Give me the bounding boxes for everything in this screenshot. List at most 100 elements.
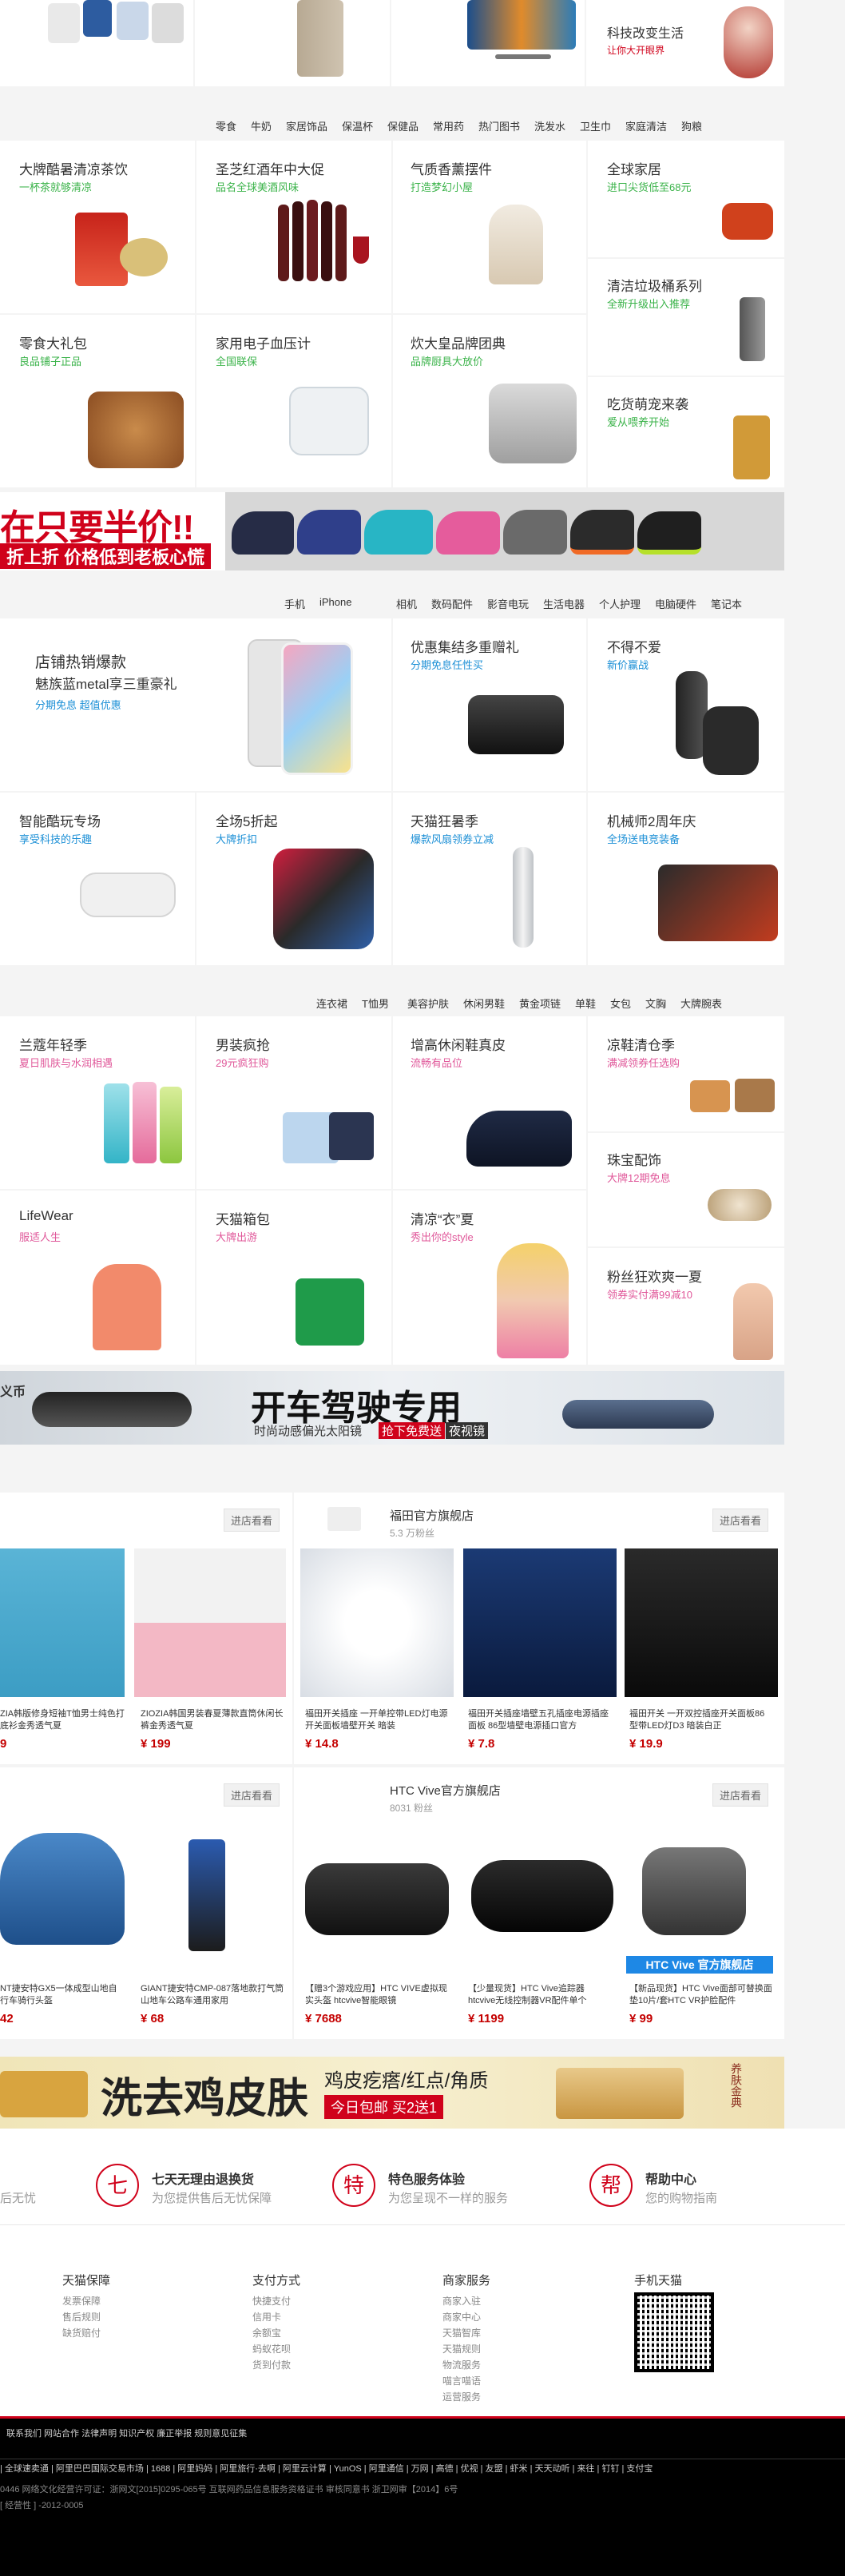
bottom-links-2[interactable]: | 全球速卖通 | 阿里巴巴国际交易市场 | 1688 | 阿里妈妈 | 阿里旅…	[0, 2462, 653, 2475]
product-image[interactable]	[305, 1863, 449, 1935]
grid3-sandals[interactable]: 凉鞋清仓季 满减领券任选购	[588, 1016, 784, 1131]
enter-shop-button[interactable]: 进店看看	[224, 1509, 280, 1532]
grid1-aroma[interactable]: 气质香薰摆件 打造梦幻小屋	[393, 141, 586, 313]
category-link[interactable]: 保温杯	[342, 118, 373, 133]
grid3-lancome[interactable]: 兰蔻年轻季 夏日肌肤与水润相遇	[0, 1016, 195, 1189]
grid2-audio[interactable]: 全场5折起 大牌折扣	[196, 793, 391, 965]
category-link[interactable]: 女包	[610, 996, 631, 1011]
product-desc[interactable]: 福田开关插座墙壁五孔插座电源插座面板 86型墙壁电源插口官方	[468, 1708, 612, 1732]
grid3-lifewear[interactable]: LifeWear 服适人生	[0, 1191, 195, 1365]
product-image[interactable]	[471, 1860, 613, 1932]
footer-link[interactable]: 售后规则	[62, 2309, 110, 2325]
grid3-summer[interactable]: 清凉“衣”夏 秀出你的style	[393, 1191, 586, 1365]
category-link[interactable]: 个人护理	[599, 596, 641, 611]
top-card-tech[interactable]: 科技改变生活 让你大开眼界	[586, 0, 784, 86]
product-desc[interactable]: 【少量现货】HTC Vive追踪器 htcvive无线控制器VR配件单个	[468, 1983, 612, 2007]
category-link[interactable]: 文胸	[645, 996, 666, 1011]
product-image[interactable]	[188, 1839, 225, 1951]
grid1-tea[interactable]: 大牌酷暑清凉茶饮 一杯茶就够清凉	[0, 141, 195, 313]
top-card-tv[interactable]	[391, 0, 585, 86]
category-link[interactable]: 保健品	[387, 118, 419, 133]
shop-card-zio[interactable]: 进店看看 ZIA韩版修身短袖T恤男士纯色打底衫金秀透气夏 9 ZIOZIA韩国男…	[0, 1493, 292, 1764]
product-image[interactable]	[463, 1548, 617, 1697]
category-link[interactable]: 常用药	[433, 118, 464, 133]
category-link[interactable]: 大牌腕表	[680, 996, 722, 1011]
product-desc[interactable]: 【新品现货】HTC Vive面部可替换面垫10片/套HTC VR护脸配件	[629, 1983, 773, 2007]
shop-card-futian[interactable]: 福田官方旗舰店 5.3 万粉丝 进店看看 福田开关插座 一开单控带LED灯电源开…	[294, 1493, 784, 1764]
grid3-bags[interactable]: 天猫箱包 大牌出游	[196, 1191, 391, 1365]
service-title[interactable]: 帮助中心	[645, 2169, 696, 2188]
category-link[interactable]: 数码配件	[431, 596, 473, 611]
product-desc[interactable]: ZIA韩版修身短袖T恤男士纯色打底衫金秀透气夏	[0, 1708, 125, 1732]
footer-link[interactable]: 快捷支付	[252, 2293, 300, 2309]
category-link[interactable]: 美容护肤	[407, 996, 449, 1011]
grid1-snack[interactable]: 零食大礼包 良品铺子正品	[0, 315, 195, 487]
grid3-shoes[interactable]: 增高休闲鞋真皮 流畅有品位	[393, 1016, 586, 1189]
category-link[interactable]: 休闲男鞋	[463, 996, 505, 1011]
category-link[interactable]: 牛奶	[251, 118, 272, 133]
enter-shop-button[interactable]: 进店看看	[224, 1783, 280, 1807]
product-desc[interactable]: 【赠3个游戏应用】HTC VIVE虚拟现实头盔 htcvive智能眼镜	[305, 1983, 449, 2007]
category-link[interactable]: 家居饰品	[286, 118, 327, 133]
product-image[interactable]	[0, 1548, 125, 1697]
category-link[interactable]: 热门图书	[478, 118, 520, 133]
product-desc[interactable]: NT捷安特GX5一体成型山地自行车骑行头盔	[0, 1983, 125, 2007]
footer-link[interactable]: 运营服务	[442, 2389, 490, 2405]
category-link[interactable]: 零食	[216, 118, 236, 133]
shop-name[interactable]: HTC Vive官方旗舰店	[390, 1782, 501, 1799]
grid3-jewelry[interactable]: 珠宝配饰 大牌12期免息	[588, 1133, 784, 1246]
footer-link[interactable]: 信用卡	[252, 2309, 300, 2325]
category-link[interactable]: 洗发水	[534, 118, 565, 133]
footer-link[interactable]: 商家入驻	[442, 2293, 490, 2309]
footer-link[interactable]: 天猫智库	[442, 2325, 490, 2341]
category-link[interactable]: 卫生巾	[580, 118, 611, 133]
footer-link[interactable]: 物流服务	[442, 2357, 490, 2373]
product-desc[interactable]: ZIOZIA韩国男装春夏薄款直筒休闲长裤金秀透气夏	[141, 1708, 284, 1732]
product-desc[interactable]: GIANT捷安特CMP-087落地款打气筒山地车公路车通用家用	[141, 1983, 284, 2007]
product-desc[interactable]: 福田开关 一开双控插座开关面板86型带LED灯D3 暗装白正	[629, 1708, 773, 1732]
category-link[interactable]: iPhone	[319, 596, 351, 608]
category-link[interactable]: 黄金项链	[519, 996, 561, 1011]
product-image[interactable]	[642, 1847, 746, 1935]
category-link[interactable]: 单鞋	[575, 996, 596, 1011]
grid1-pet[interactable]: 吃货萌宠来袭 爱从喂养开始	[588, 377, 784, 487]
grid1-bp[interactable]: 家用电子血压计 全国联保	[196, 315, 391, 487]
footer-link[interactable]: 蚂蚁花呗	[252, 2341, 300, 2357]
grid2-meizu[interactable]: 店铺热销爆款 魅族蓝metal享三重豪礼 分期免息 超值优惠	[0, 618, 391, 791]
product-image[interactable]	[134, 1548, 286, 1697]
shop-name[interactable]: 福田官方旗舰店	[390, 1507, 474, 1524]
service-title[interactable]: 七天无理由退换货	[152, 2169, 254, 2188]
footer-link[interactable]: 天猫规则	[442, 2341, 490, 2357]
shop-card-htc[interactable]: HTC Vive官方旗舰店 8031 粉丝 进店看看 HTC Vive 官方旗舰…	[294, 1767, 784, 2039]
grid2-fan[interactable]: 天猫狂暑季 爆款风扇领券立减	[393, 793, 586, 965]
category-link[interactable]: 影音电玩	[487, 596, 529, 611]
category-link[interactable]: T恤男	[362, 996, 389, 1011]
category-link[interactable]: 笔记本	[711, 596, 742, 611]
top-card-fridge[interactable]	[195, 0, 390, 86]
category-link[interactable]: 电脑硬件	[655, 596, 696, 611]
category-link[interactable]: 狗粮	[681, 118, 702, 133]
shop-card-giant[interactable]: 进店看看 NT捷安特GX5一体成型山地自行车骑行头盔 42 GIANT捷安特CM…	[0, 1767, 292, 2039]
footer-link[interactable]: 货到付款	[252, 2357, 300, 2373]
grid1-wine[interactable]: 圣芝红酒年中大促 品名全球美酒风味	[196, 141, 391, 313]
grid2-laptop[interactable]: 机械师2周年庆 全场送电竞装备	[588, 793, 784, 965]
top-card-paint[interactable]	[0, 0, 193, 86]
grid1-cookware[interactable]: 炊大皇品牌团典 品牌厨具大放价	[393, 315, 586, 487]
product-desc[interactable]: 福田开关插座 一开单控带LED灯电源开关面板墙壁开关 暗装	[305, 1708, 449, 1732]
grid1-trash[interactable]: 清洁垃圾桶系列 全新升级出入推荐	[588, 259, 784, 376]
product-image[interactable]	[625, 1548, 778, 1697]
shoe-sale-banner[interactable]: 在只要半价!! 折上折 价格低到老板心慌	[0, 492, 784, 570]
grid2-shaver[interactable]: 不得不爱 新价赢战	[588, 618, 784, 791]
soap-banner[interactable]: 洗去鸡皮肤 鸡皮疙瘩/红点/角质 今日包邮 买2送1 养肤金典	[0, 2057, 784, 2129]
footer-link[interactable]: 余额宝	[252, 2325, 300, 2341]
grid3-menswear[interactable]: 男装疯抢 29元疯狂购	[196, 1016, 391, 1189]
enter-shop-button[interactable]: 进店看看	[712, 1509, 769, 1532]
driving-sunglasses-banner[interactable]: 义币 开车驾驶专用 时尚动感偏光太阳镜 抢下免费送 夜视镜	[0, 1371, 784, 1445]
grid1-home[interactable]: 全球家居 进口尖货低至68元	[588, 141, 784, 257]
footer-link[interactable]: 喵言喵语	[442, 2373, 490, 2389]
footer-link[interactable]: 发票保障	[62, 2293, 110, 2309]
enter-shop-button[interactable]: 进店看看	[712, 1783, 769, 1807]
category-link[interactable]: 生活电器	[543, 596, 585, 611]
category-link[interactable]: 相机	[396, 596, 417, 611]
bottom-links-1[interactable]: 联系我们 网站合作 法律声明 知识产权 廉正举报 规则意见征集	[6, 2427, 247, 2439]
